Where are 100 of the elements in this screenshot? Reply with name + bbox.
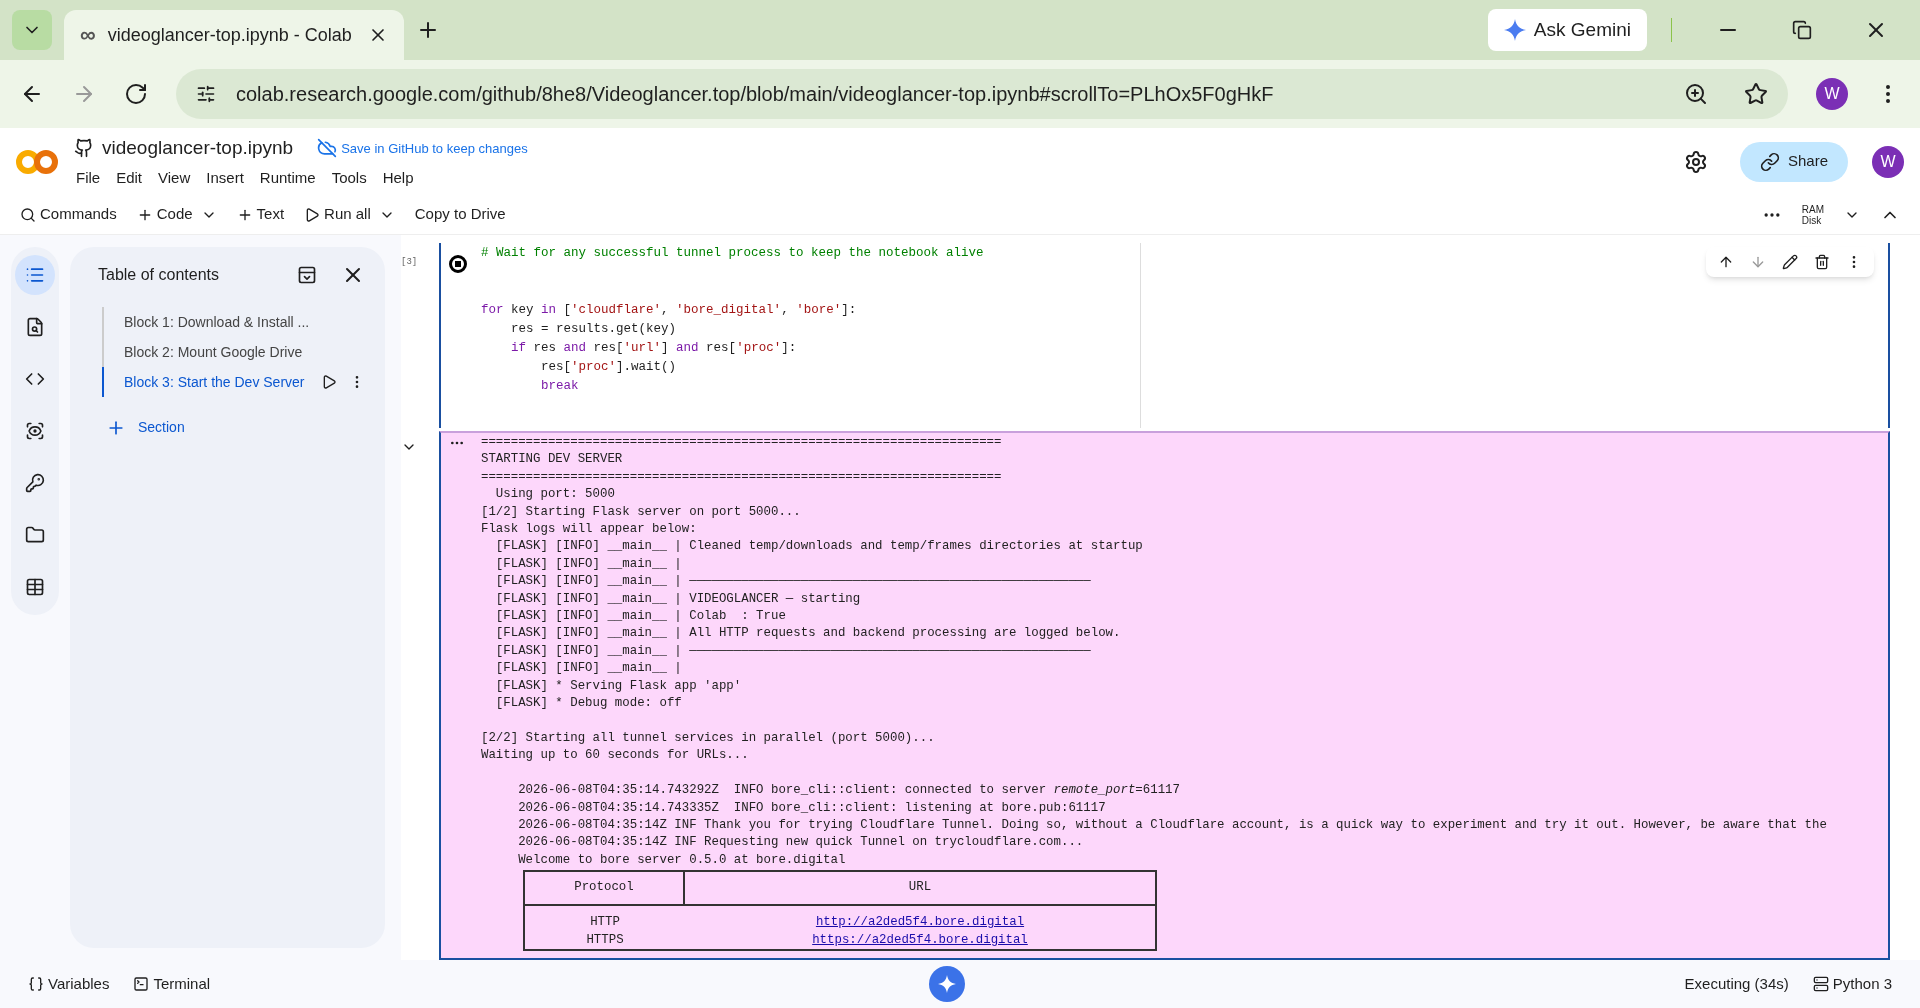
table-header: URL (907, 879, 933, 897)
key-icon (25, 473, 45, 493)
play-icon (304, 206, 321, 223)
output-line: 2026-06-08T04:35:14Z INF Thank you for trying Cloudflare Tunnel. Doing so, without a Cloudflare account, is a quick way to experiment and try it out. However, be aware that the (517, 816, 1827, 834)
settings-icon[interactable] (1683, 149, 1708, 174)
move-down-icon[interactable] (1750, 254, 1766, 270)
code-line: # Wait for any successful tunnel process to keep the notebook alive (481, 245, 984, 262)
toolbar-button[interactable]: Copy to Drive (414, 203, 506, 226)
code-line: break (540, 378, 579, 395)
toc-item[interactable]: Block 3: Start the Dev Server (124, 371, 305, 393)
restore-icon[interactable] (1792, 20, 1812, 40)
table-cell-text: HTTPS (585, 931, 625, 949)
output-line: Waiting up to 60 seconds for URLs... (481, 747, 749, 765)
add-section-button[interactable]: Section (106, 417, 185, 438)
site-info-icon (196, 84, 216, 104)
output-line: 2026-06-08T04:35:14.743292Z INFO bore_cli::client: connected to server remote_port=61117 (517, 782, 1180, 800)
output-line: Flask logs will appear below: (481, 521, 697, 539)
execution-status[interactable]: Executing (34s) (1684, 972, 1789, 996)
toolbar-button[interactable]: Text (236, 203, 285, 226)
notebook-title[interactable]: videoglancer-top.ipynb (102, 134, 294, 163)
folder-icon (25, 525, 45, 545)
output-line: [FLASK] [INFO] __main__ | ────────────────────────────────────────────────────── (494, 573, 1091, 591)
server-icon (1812, 976, 1829, 992)
table-cell-text: HTTP (589, 914, 621, 932)
output-line: 2026-06-08T04:35:14Z INF Requesting new quick Tunnel on trycloudflare.com... (517, 834, 1084, 852)
braces-icon (28, 976, 44, 992)
colab-tab-icon: ∞ (80, 24, 96, 46)
output-line: [FLASK] * Serving Flask app 'app' (494, 677, 742, 695)
output-line: ====================================================================== (481, 468, 1002, 486)
output-line: [FLASK] * Debug mode: off (494, 695, 682, 713)
gemini-button[interactable] (929, 966, 966, 1002)
url-link[interactable]: http://a2ded5f4.bore.digital (815, 914, 1025, 932)
link-icon (1759, 151, 1780, 172)
delete-icon[interactable] (1814, 254, 1830, 270)
menu-item[interactable]: Edit (116, 166, 143, 189)
save-in-github-link[interactable]: Save in GitHub to keep changes (317, 138, 528, 159)
search-icon (20, 206, 36, 223)
output-line: 2026-06-08T04:35:14.743335Z INFO bore_cli::client: listening at bore.pub:61117 (517, 799, 1106, 817)
variables-button[interactable]: Variables (28, 972, 110, 996)
output-line: [FLASK] [INFO] __main__ | (494, 555, 682, 573)
menu-item[interactable]: Tools (331, 166, 367, 189)
profile-avatar[interactable]: W (1872, 145, 1904, 178)
stop-icon[interactable] (449, 255, 467, 273)
table-header: Protocol (525, 872, 685, 905)
output-line: [FLASK] [INFO] __main__ | All HTTP requests and backend processing are logged below. (494, 625, 1121, 643)
sparkle-icon (1503, 19, 1526, 41)
code-line: res = results.get(key) (510, 321, 677, 338)
panel-title: Table of contents (97, 265, 220, 285)
url-link[interactable]: https://a2ded5f4.bore.digital (812, 931, 1028, 949)
terminal-button[interactable]: Terminal (133, 972, 211, 996)
menu-item[interactable]: Insert (206, 166, 244, 189)
tab-title: videoglancer-top.ipynb - Colab (107, 23, 353, 47)
reload-icon[interactable] (124, 82, 148, 106)
output-line: [FLASK] [INFO] __main__ | VIDEOGLANCER — starting (494, 590, 861, 608)
find-icon (25, 317, 45, 337)
output-line: STARTING DEV SERVER (481, 451, 623, 469)
output-line: ====================================================================== (481, 434, 1002, 451)
toc-item[interactable]: Block 1: Download & Install ... (124, 311, 310, 333)
move-up-icon[interactable] (1718, 254, 1734, 270)
profile-avatar[interactable]: W (1816, 78, 1848, 110)
url-text: colab.research.google.com/github/8he8/Videoglancer.top/blob/main/videoglancer-top.ipynb#scrollTo=PLhOx5F0gHkF (236, 82, 1275, 107)
menu-item[interactable]: File (76, 166, 101, 189)
output-line: [FLASK] [INFO] __main__ | ────────────────────────────────────────────────────── (494, 642, 1091, 660)
execution-count: [3] (401, 257, 418, 267)
colab-logo (16, 148, 58, 175)
output-line: [2/2] Starting all tunnel services in parallel (port 5000)... (481, 729, 935, 747)
disk-label: Disk (1801, 214, 1823, 226)
menu-item[interactable]: View (158, 166, 191, 189)
zoom-icon[interactable] (1684, 82, 1708, 106)
ram-label: RAM (1801, 203, 1824, 215)
output-line: Using port: 5000 (494, 486, 615, 504)
ask-gemini-button[interactable]: Ask Gemini (1487, 9, 1647, 51)
toolbar-button[interactable]: Code (136, 203, 193, 226)
menu-item[interactable]: Runtime (259, 166, 316, 189)
share-button[interactable]: Share (1739, 141, 1848, 182)
code-line: if res and res['url'] and res['proc']: (510, 340, 797, 357)
code-line: for key in ['cloudflare', 'bore_digital', 'bore']: (481, 302, 857, 319)
toolbar-button[interactable]: Run all (304, 203, 371, 226)
runtime-button[interactable]: Python 3 (1812, 972, 1892, 996)
code-line: res['proc'].wait() (540, 359, 677, 376)
toc-item[interactable]: Block 2: Mount Google Drive (124, 341, 303, 363)
table-icon (25, 577, 45, 597)
output-line: [FLASK] [INFO] __main__ | (494, 660, 682, 678)
eye-icon (25, 421, 45, 441)
output-line: [FLASK] [INFO] __main__ | Colab : True (494, 608, 786, 626)
cloud-off-icon (317, 138, 338, 159)
output-line: Welcome to bore server 0.5.0 at bore.digital (517, 851, 846, 869)
output-line: [1/2] Starting Flask server on port 5000... (481, 503, 801, 521)
bookmark-star-icon[interactable] (1744, 82, 1768, 106)
edit-icon[interactable] (1782, 254, 1798, 270)
browser-tab[interactable]: ∞ videoglancer-top.ipynb - Colab (64, 10, 404, 60)
toolbar-button[interactable]: Commands (20, 203, 117, 226)
address-bar[interactable]: colab.research.google.com/github/8he8/Videoglancer.top/blob/main/videoglancer-top.ipynb#scrollTo=PLhOx5F0gHkF (176, 69, 1788, 119)
github-icon (74, 138, 94, 159)
terminal-icon (133, 976, 150, 992)
sparkle-icon (938, 975, 957, 993)
open-in-tab-icon[interactable] (297, 265, 317, 285)
menu-item[interactable]: Help (382, 166, 414, 189)
list-icon (25, 265, 45, 285)
output-line: [FLASK] [INFO] __main__ | Cleaned temp/downloads and temp/frames directories at startup (494, 538, 1143, 556)
